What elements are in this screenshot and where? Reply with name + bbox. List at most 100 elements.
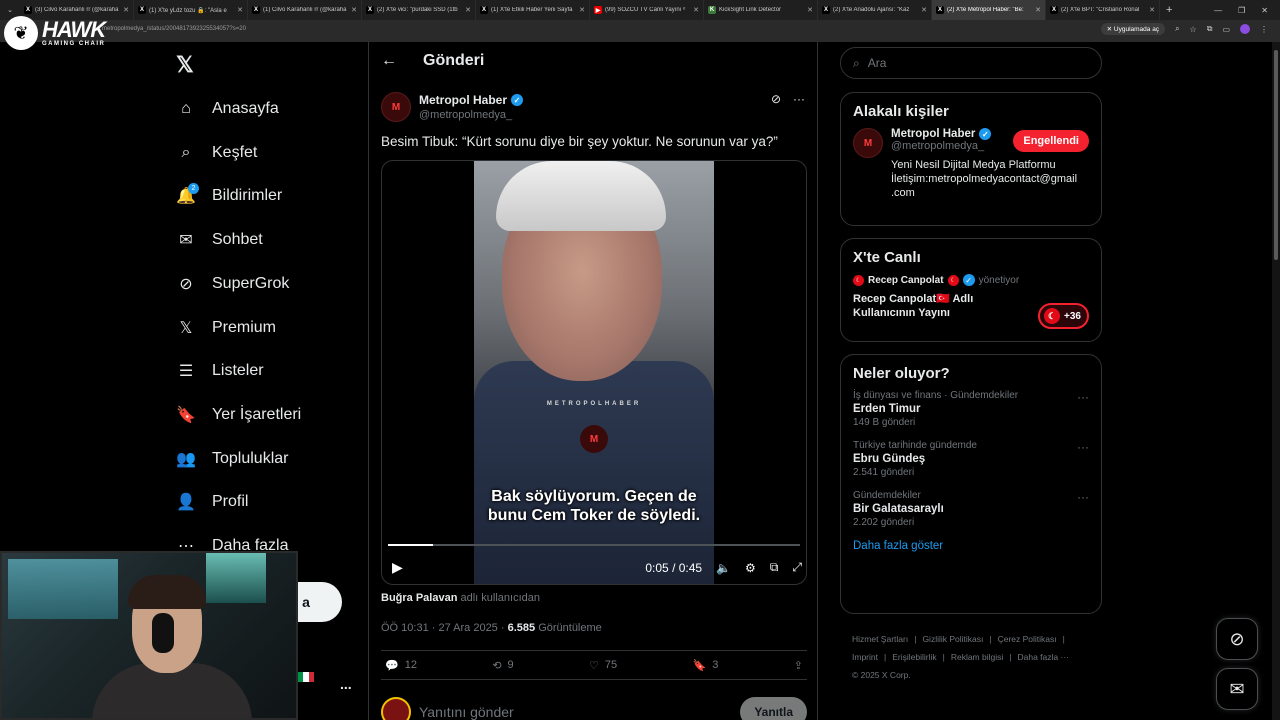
nav-item-yer-i-aretleri[interactable]: 🔖 Yer İşaretleri [176, 400, 301, 430]
nav-label: Topluluklar [212, 449, 289, 467]
reply-input[interactable]: Yanıtını gönder [419, 704, 514, 720]
restore-button[interactable]: ❐ [1238, 6, 1245, 15]
browser-tab[interactable]: X (1) X'te Etkili Haber Yeni Sayfa ✕ [476, 0, 590, 20]
browser-tab[interactable]: X (2) X'te BPT: "Cristiano Ronal ✕ [1046, 0, 1160, 20]
blocked-button[interactable]: Engellendi [1013, 130, 1089, 152]
picture-in-picture-icon[interactable]: ⧉ [770, 560, 779, 575]
footer-link[interactable]: Erişilebilirlik [892, 652, 936, 662]
author-name[interactable]: Metropol Haber [419, 93, 507, 107]
browser-tab[interactable]: X (1) Cilvo Karahanlı rr (@karaha ✕ [248, 0, 362, 20]
trend-more-icon[interactable]: ··· [1077, 490, 1089, 504]
related-name[interactable]: Metropol Haber [891, 128, 975, 140]
zoom-icon[interactable]: ⌕ [1175, 24, 1179, 34]
tab-search-button[interactable]: ⌄ [0, 6, 20, 14]
nav-item-supergrok[interactable]: ⊘ SuperGrok [176, 269, 289, 299]
close-window-button[interactable]: ✕ [1261, 6, 1268, 15]
url-field[interactable]: metropolmedya_/status/200481739232553405… [102, 26, 246, 32]
trend-item[interactable]: Gündemdekiler Bir Galatasaraylı 2.202 gönd… [853, 490, 1089, 528]
tab-close-icon[interactable]: ✕ [579, 6, 585, 14]
reply-button[interactable]: 💬 12 [385, 659, 417, 672]
footer-link[interactable]: Imprint [852, 652, 878, 662]
profile-avatar[interactable] [1240, 24, 1250, 34]
trend-item[interactable]: Türkiye tarihinde gündemde Ebru Gündeş 2.5… [853, 440, 1089, 478]
account-more-icon[interactable]: ... [340, 676, 352, 692]
footer-link[interactable]: Çerez Politikası [998, 634, 1057, 644]
tab-close-icon[interactable]: ✕ [1035, 6, 1041, 14]
trend-more-icon[interactable]: ··· [1077, 390, 1089, 404]
post-author[interactable]: M Metropol Haber ✓ @metropolmedya_ [381, 92, 524, 122]
x-logo-icon[interactable]: 𝕏 [176, 52, 194, 78]
author-avatar[interactable]: M [381, 92, 411, 122]
grok-fab[interactable]: ⊘ [1216, 618, 1258, 660]
video-player[interactable]: METROPOLHABER M Bak söylüyorum. Geçen de… [381, 160, 807, 585]
more-options-icon[interactable]: ··· [793, 92, 805, 106]
live-host[interactable]: ☾ Recep Canpolat ☾ ✓ yönetiyor [853, 274, 1089, 286]
nav-item-sohbet[interactable]: ✉ Sohbet [176, 225, 262, 255]
author-handle[interactable]: @metropolmedya_ [419, 109, 523, 121]
tab-close-icon[interactable]: ✕ [693, 6, 699, 14]
tab-close-icon[interactable]: ✕ [351, 6, 357, 14]
nav-item-profil[interactable]: 👤 Profil [176, 487, 248, 517]
bookmark-outline-icon: 🔖 [692, 659, 707, 672]
trend-more-icon[interactable]: ··· [1077, 440, 1089, 454]
bookmark-button[interactable]: 🔖 3 [693, 659, 719, 672]
nav-item-bildirimler[interactable]: 🔔 Bildirimler 2 [176, 181, 282, 211]
page-title: Gönderi [423, 52, 485, 69]
messages-fab[interactable]: ✉ [1216, 668, 1258, 710]
repost-button[interactable]: ⟲ 9 [492, 659, 513, 672]
nav-label: Profil [212, 493, 249, 511]
trends-card: Neler oluyor? İş dünyası ve finans · Gün… [840, 354, 1102, 614]
tab-close-icon[interactable]: ✕ [1149, 6, 1155, 14]
browser-tab[interactable]: X (2) X'te Metropol Haber: "Be: ✕ [932, 0, 1046, 20]
scrollbar-thumb[interactable] [1274, 50, 1278, 260]
footer-link[interactable]: Reklam bilgisi [951, 652, 1003, 662]
fullscreen-icon[interactable]: ⤢ [792, 560, 802, 575]
reply-user[interactable]: Buğra Palavan [381, 592, 457, 604]
footer-link[interactable]: Daha fazla ··· [1017, 652, 1069, 662]
show-more-link[interactable]: Daha fazla göster [853, 540, 1089, 552]
post-timestamp[interactable]: ÖÖ 10:31 · 27 Ara 2025 · [381, 622, 505, 634]
browser-tab[interactable]: X (1) X'te yLdz tozu 🔒: "Asla e ✕ [134, 0, 248, 20]
video-time: 0:05 / 0:45 [645, 560, 703, 575]
grok-explain-icon[interactable]: ⊘ [771, 92, 781, 106]
nav-item-premium[interactable]: 𝕏 Premium [176, 313, 276, 343]
video-progress-bar[interactable] [388, 544, 800, 546]
minimize-button[interactable]: — [1214, 6, 1222, 15]
star-icon[interactable]: ☆ [1190, 25, 1197, 34]
nav-item-ke-fet[interactable]: ⌕ Keşfet [176, 138, 258, 168]
like-button[interactable]: ♡ 75 [589, 659, 617, 672]
open-in-app-chip[interactable]: ✕ Uygulamada aç [1100, 23, 1166, 35]
footer-link[interactable]: Hizmet Şartları [852, 634, 908, 644]
back-arrow-icon[interactable]: ← [381, 52, 397, 70]
nav-item-topluluklar[interactable]: 👥 Topluluklar [176, 444, 288, 474]
trend-item[interactable]: İş dünyası ve finans · Gündemdekiler Erde… [853, 390, 1089, 428]
live-listeners-pill[interactable]: ☾ +36 [1038, 303, 1089, 329]
browser-tab[interactable]: X (2) X'te vici: "purdaki SSD (1tb ✕ [362, 0, 476, 20]
settings-gear-icon[interactable]: ⚙ [745, 561, 756, 575]
volume-icon[interactable]: 🔈 [716, 561, 731, 575]
page-scrollbar[interactable] [1272, 42, 1280, 720]
tab-close-icon[interactable]: ✕ [237, 6, 243, 14]
browser-tab[interactable]: K KickSight Link Detector ✕ [704, 0, 818, 20]
share-button[interactable]: ⇪ [794, 659, 803, 672]
footer-link[interactable]: Gizlilik Politikası [922, 634, 983, 644]
play-icon[interactable]: ▶ [392, 559, 403, 576]
search-input[interactable]: ⌕ Ara [840, 47, 1102, 79]
menu-icon[interactable]: ⋮ [1260, 25, 1268, 34]
tab-close-icon[interactable]: ✕ [123, 6, 129, 14]
tab-close-icon[interactable]: ✕ [807, 6, 813, 14]
new-tab-button[interactable]: + [1160, 4, 1178, 16]
nav-item-listeler[interactable]: ☰ Listeler [176, 356, 264, 386]
extensions-icon[interactable]: ⧉ [1207, 24, 1213, 34]
sidebar-icon[interactable]: ▭ [1222, 25, 1230, 34]
browser-tab[interactable]: X (2) X'te Anadolu Ajansı: "Kaz ✕ [818, 0, 932, 20]
browser-tab[interactable]: ▶ (99) SÖZCÜ TV Canlı Yayını ᵒ ✕ [590, 0, 704, 20]
reply-submit-button[interactable]: Yanıtla [740, 697, 807, 720]
related-avatar[interactable]: M [853, 128, 883, 158]
related-person[interactable]: M Metropol Haber ✓ @metropolmedya_ Yeni N… [853, 128, 1089, 200]
tab-close-icon[interactable]: ✕ [921, 6, 927, 14]
live-stream-title[interactable]: Recep Canpolat🇹🇷 Adlı Kullanıcının Yayın… [853, 292, 993, 320]
live-card: X'te Canlı ☾ Recep Canpolat ☾ ✓ yönetiyo… [840, 238, 1102, 342]
tab-close-icon[interactable]: ✕ [465, 6, 471, 14]
nav-item-anasayfa[interactable]: ⌂ Anasayfa [176, 94, 279, 124]
